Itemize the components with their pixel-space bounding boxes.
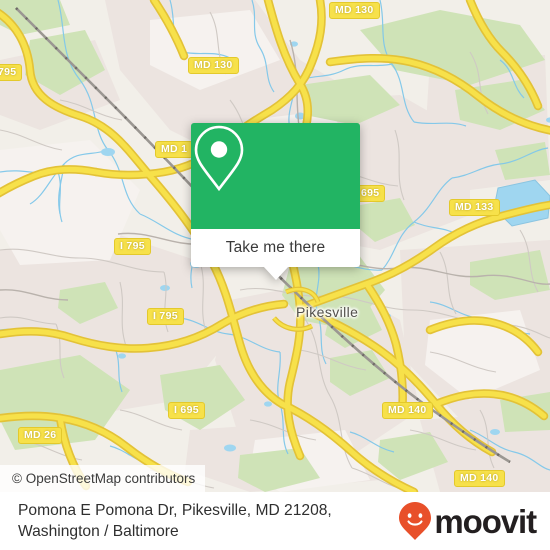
moovit-logo[interactable]: moovit xyxy=(398,501,537,541)
road-shield: I 695 xyxy=(168,402,205,419)
moovit-wordmark: moovit xyxy=(434,502,537,540)
road-shield: MD 1 xyxy=(155,141,194,158)
road-shield: I 795 xyxy=(147,308,184,325)
popup-cta-area[interactable]: Take me there xyxy=(191,229,360,280)
road-shield: MD 140 xyxy=(382,402,433,419)
popup-tail xyxy=(262,266,289,280)
map-canvas[interactable]: Pikesville MD 130 MD 130 795 MD 1 695 MD… xyxy=(0,0,550,492)
map-popup-card[interactable]: Take me there xyxy=(191,123,360,280)
place-label-pikesville: Pikesville xyxy=(296,304,359,320)
popup-image-area xyxy=(191,123,360,229)
road-shield: MD 130 xyxy=(188,57,239,74)
address-line-2: Washington / Baltimore xyxy=(18,523,179,540)
road-shield: MD 140 xyxy=(454,470,505,487)
map-screenshot: Pikesville MD 130 MD 130 795 MD 1 695 MD… xyxy=(0,0,550,550)
footer-bar: Pomona E Pomona Dr, Pikesville, MD 21208… xyxy=(0,492,550,550)
address-line-1: Pomona E Pomona Dr, Pikesville, MD 21208… xyxy=(18,502,332,519)
road-shield: MD 133 xyxy=(449,199,500,216)
take-me-there-label: Take me there xyxy=(225,239,326,256)
moovit-pin-smile-icon xyxy=(399,502,432,540)
map-attribution[interactable]: © OpenStreetMap contributors xyxy=(0,465,206,492)
road-shield: I 795 xyxy=(114,238,151,255)
road-shield: MD 130 xyxy=(329,2,380,19)
address-text: Pomona E Pomona Dr, Pikesville, MD 21208… xyxy=(18,500,332,542)
road-shield: 795 xyxy=(0,64,23,81)
road-shield: MD 26 xyxy=(18,427,63,444)
map-pin-icon xyxy=(194,125,244,192)
